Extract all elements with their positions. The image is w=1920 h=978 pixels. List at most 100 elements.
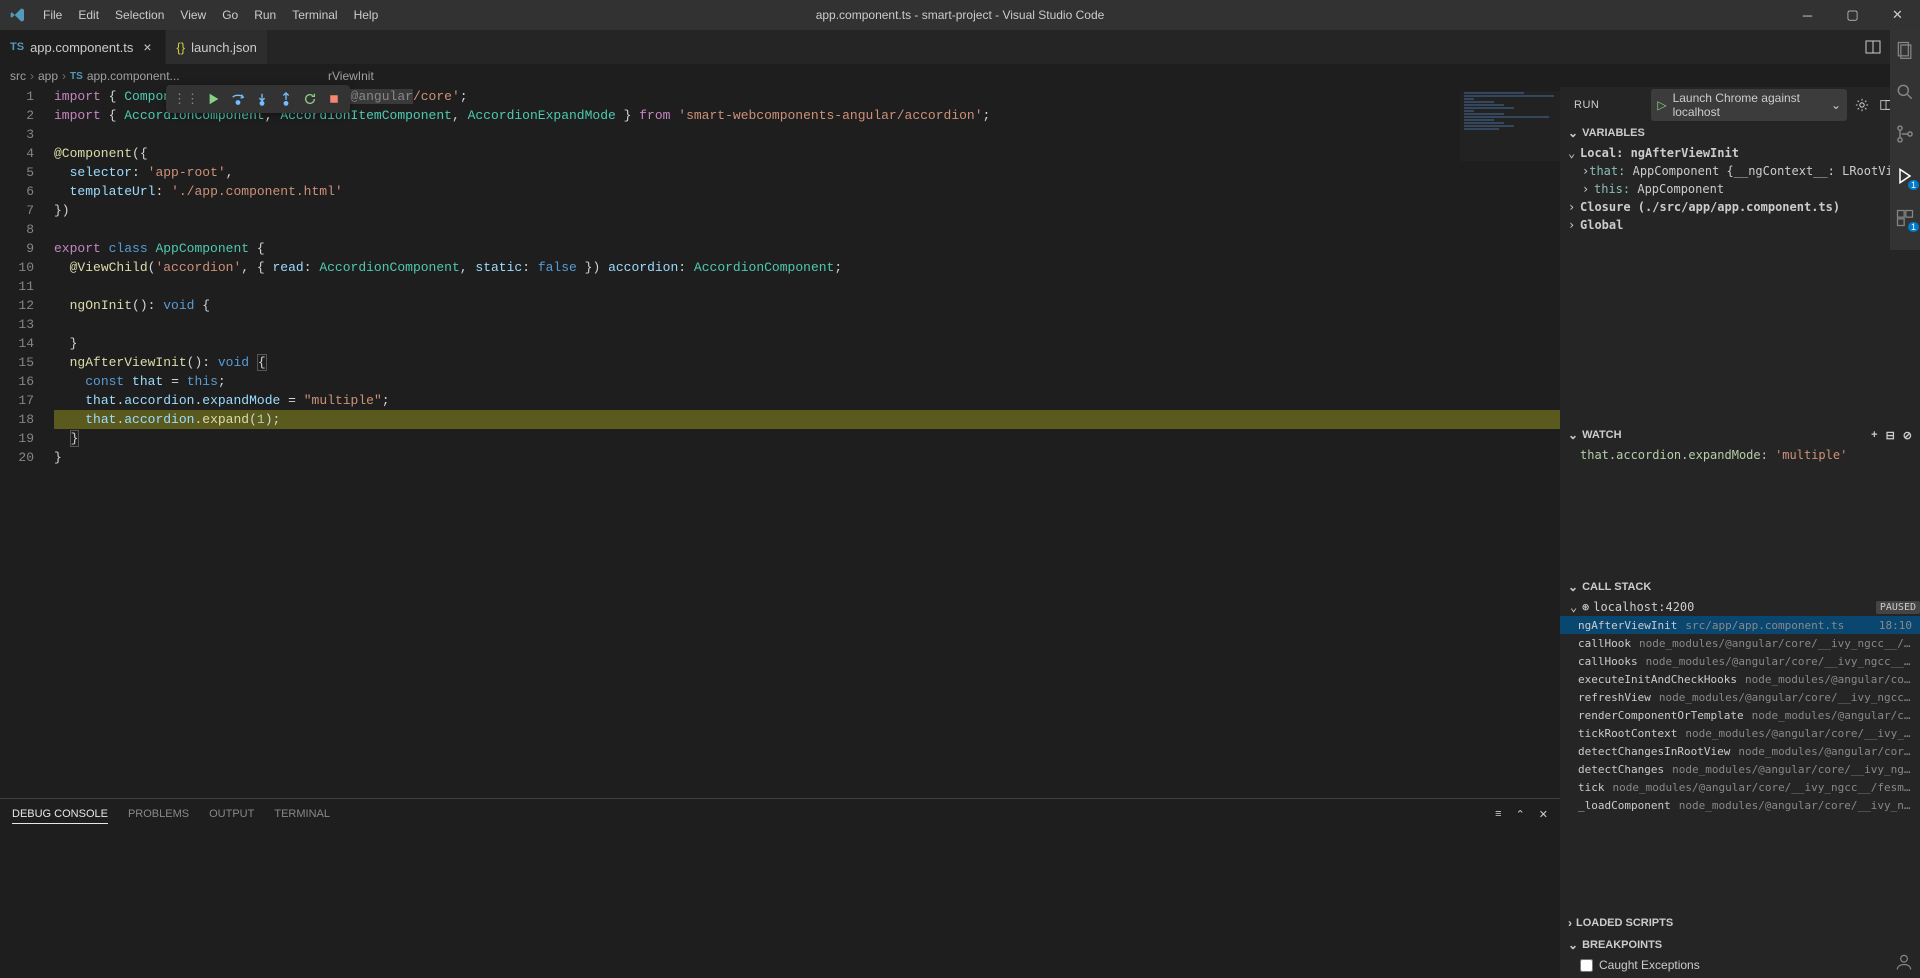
filter-icon[interactable]: ≡ — [1495, 808, 1501, 821]
panel-tab-output[interactable]: OUTPUT — [209, 805, 254, 823]
explorer-icon[interactable] — [1893, 38, 1917, 62]
split-editor-icon[interactable] — [1865, 39, 1881, 55]
tab-label: launch.json — [191, 40, 257, 55]
breadcrumb-part[interactable]: app — [38, 69, 58, 83]
minimap[interactable] — [1460, 91, 1560, 161]
stop-button[interactable] — [323, 88, 345, 110]
panel-tab-debug-console[interactable]: DEBUG CONSOLE — [12, 805, 108, 824]
stack-frame[interactable]: callHooknode_modules/@angular/core/__ivy… — [1560, 634, 1920, 652]
maximize-button[interactable]: ▢ — [1830, 0, 1875, 30]
variable-this[interactable]: this: AppComponent — [1560, 180, 1920, 198]
chevron-right-icon: › — [62, 69, 66, 83]
stack-frame[interactable]: detectChangesnode_modules/@angular/core/… — [1560, 760, 1920, 778]
breakpoints-header[interactable]: BREAKPOINTS — [1560, 934, 1920, 956]
chevron-down-icon — [1568, 126, 1578, 140]
chevron-up-icon[interactable]: ⌃ — [1516, 808, 1525, 821]
collapse-all-icon[interactable]: ⊟ — [1886, 429, 1895, 442]
stack-frame[interactable]: detectChangesInRootViewnode_modules/@ang… — [1560, 742, 1920, 760]
watch-header[interactable]: WATCH + ⊟ ⊘ — [1560, 424, 1920, 446]
step-into-button[interactable] — [251, 88, 273, 110]
breadcrumb[interactable]: src › app › TS app.component... rViewIni… — [0, 65, 1920, 87]
menu-bar: File Edit Selection View Go Run Terminal… — [35, 0, 386, 30]
json-icon: {} — [176, 40, 185, 55]
debug-sidebar: RUN ▷ Launch Chrome against localhost ⌄ … — [1560, 87, 1920, 978]
launch-config-select[interactable]: ▷ Launch Chrome against localhost ⌄ — [1651, 89, 1847, 121]
tab-launch-json[interactable]: {} launch.json — [166, 30, 267, 64]
panel-tab-terminal[interactable]: TERMINAL — [274, 805, 330, 823]
menu-terminal[interactable]: Terminal — [284, 0, 345, 30]
title-bar: File Edit Selection View Go Run Terminal… — [0, 0, 1920, 30]
caught-exceptions-row[interactable]: Caught Exceptions — [1560, 956, 1920, 974]
window-title: app.component.ts - smart-project - Visua… — [816, 8, 1105, 22]
debug-toolbar[interactable]: ⋮⋮ — [166, 85, 350, 113]
minimize-button[interactable]: ─ — [1785, 0, 1830, 30]
close-icon[interactable]: × — [139, 39, 155, 55]
add-icon[interactable]: + — [1871, 429, 1877, 442]
scope-closure[interactable]: Closure (./src/app/app.component.ts) — [1560, 198, 1920, 216]
paused-badge: PAUSED — [1876, 601, 1920, 614]
menu-selection[interactable]: Selection — [107, 0, 172, 30]
step-out-button[interactable] — [275, 88, 297, 110]
menu-file[interactable]: File — [35, 0, 70, 30]
breadcrumb-part[interactable]: app.component... — [87, 69, 180, 83]
scope-global[interactable]: Global — [1560, 216, 1920, 234]
run-label: RUN — [1574, 99, 1599, 111]
close-button[interactable]: ✕ — [1875, 0, 1920, 30]
bug-icon: ⊛ — [1582, 600, 1589, 614]
variables-header[interactable]: VARIABLES — [1560, 122, 1920, 144]
chevron-right-icon — [1582, 164, 1589, 178]
stack-frame[interactable]: refreshViewnode_modules/@angular/core/__… — [1560, 688, 1920, 706]
variable-that[interactable]: that: AppComponent {__ngContext__: LRoot… — [1560, 162, 1920, 180]
run-debug-icon[interactable]: 1 — [1893, 164, 1917, 188]
scope-local[interactable]: Local: ngAfterViewInit — [1560, 144, 1920, 162]
stack-frame[interactable]: ngAfterViewInitsrc/app/app.component.ts1… — [1560, 616, 1920, 634]
typescript-icon: TS — [70, 71, 83, 82]
stack-frame[interactable]: renderComponentOrTemplatenode_modules/@a… — [1560, 706, 1920, 724]
code-editor[interactable]: 1 2 3 4 5 6 7 8 9 10 11 12 13 14 15 16 1… — [0, 87, 1560, 798]
step-over-button[interactable] — [227, 88, 249, 110]
typescript-icon: TS — [10, 41, 24, 53]
stack-frame[interactable]: executeInitAndCheckHooksnode_modules/@an… — [1560, 670, 1920, 688]
caught-exceptions-checkbox[interactable] — [1580, 959, 1593, 972]
gear-icon[interactable] — [1855, 98, 1869, 112]
run-header: RUN ▷ Launch Chrome against localhost ⌄ … — [1560, 87, 1920, 122]
source-control-icon[interactable] — [1893, 122, 1917, 146]
panel-tab-problems[interactable]: PROBLEMS — [128, 805, 189, 823]
menu-go[interactable]: Go — [214, 0, 246, 30]
chevron-down-icon — [1568, 146, 1580, 160]
stack-frame[interactable]: tickRootContextnode_modules/@angular/cor… — [1560, 724, 1920, 742]
restart-button[interactable] — [299, 88, 321, 110]
extensions-icon[interactable]: 1 — [1893, 206, 1917, 230]
chevron-down-icon — [1568, 428, 1578, 442]
stack-frame[interactable]: _loadComponentnode_modules/@angular/core… — [1560, 796, 1920, 814]
chevron-down-icon — [1568, 580, 1578, 594]
menu-run[interactable]: Run — [246, 0, 284, 30]
remove-all-icon[interactable]: ⊘ — [1903, 429, 1912, 442]
continue-button[interactable] — [203, 88, 225, 110]
activity-bar: 1 1 — [1890, 30, 1920, 250]
loaded-scripts-header[interactable]: LOADED SCRIPTS — [1560, 912, 1920, 934]
play-icon: ▷ — [1657, 98, 1666, 112]
chevron-down-icon — [1570, 600, 1582, 614]
breadcrumb-part[interactable]: src — [10, 69, 26, 83]
tab-label: app.component.ts — [30, 40, 133, 55]
chevron-right-icon: › — [30, 69, 34, 83]
account-icon[interactable] — [1894, 952, 1914, 972]
stack-frame[interactable]: ticknode_modules/@angular/core/__ivy_ngc… — [1560, 778, 1920, 796]
menu-view[interactable]: View — [172, 0, 214, 30]
tab-app-component[interactable]: TS app.component.ts × — [0, 30, 166, 64]
stack-frame[interactable]: callHooksnode_modules/@angular/core/__iv… — [1560, 652, 1920, 670]
thread[interactable]: ⊛ localhost:4200 PAUSED — [1560, 598, 1920, 616]
watch-expression[interactable]: that.accordion.expandMode: 'multiple' — [1560, 446, 1920, 464]
menu-edit[interactable]: Edit — [70, 0, 107, 30]
search-icon[interactable] — [1893, 80, 1917, 104]
menu-help[interactable]: Help — [346, 0, 387, 30]
bottom-panel: DEBUG CONSOLE PROBLEMS OUTPUT TERMINAL ≡… — [0, 798, 1560, 978]
callstack-header[interactable]: CALL STACK — [1560, 576, 1920, 598]
close-panel-icon[interactable]: ✕ — [1539, 808, 1548, 821]
chevron-right-icon — [1568, 200, 1580, 214]
launch-config-label: Launch Chrome against localhost — [1673, 91, 1825, 119]
grip-icon[interactable]: ⋮⋮ — [171, 91, 201, 107]
vscode-logo-icon — [0, 7, 35, 23]
code-content[interactable]: import { Component, ViewChild } from '@a… — [46, 87, 1560, 798]
